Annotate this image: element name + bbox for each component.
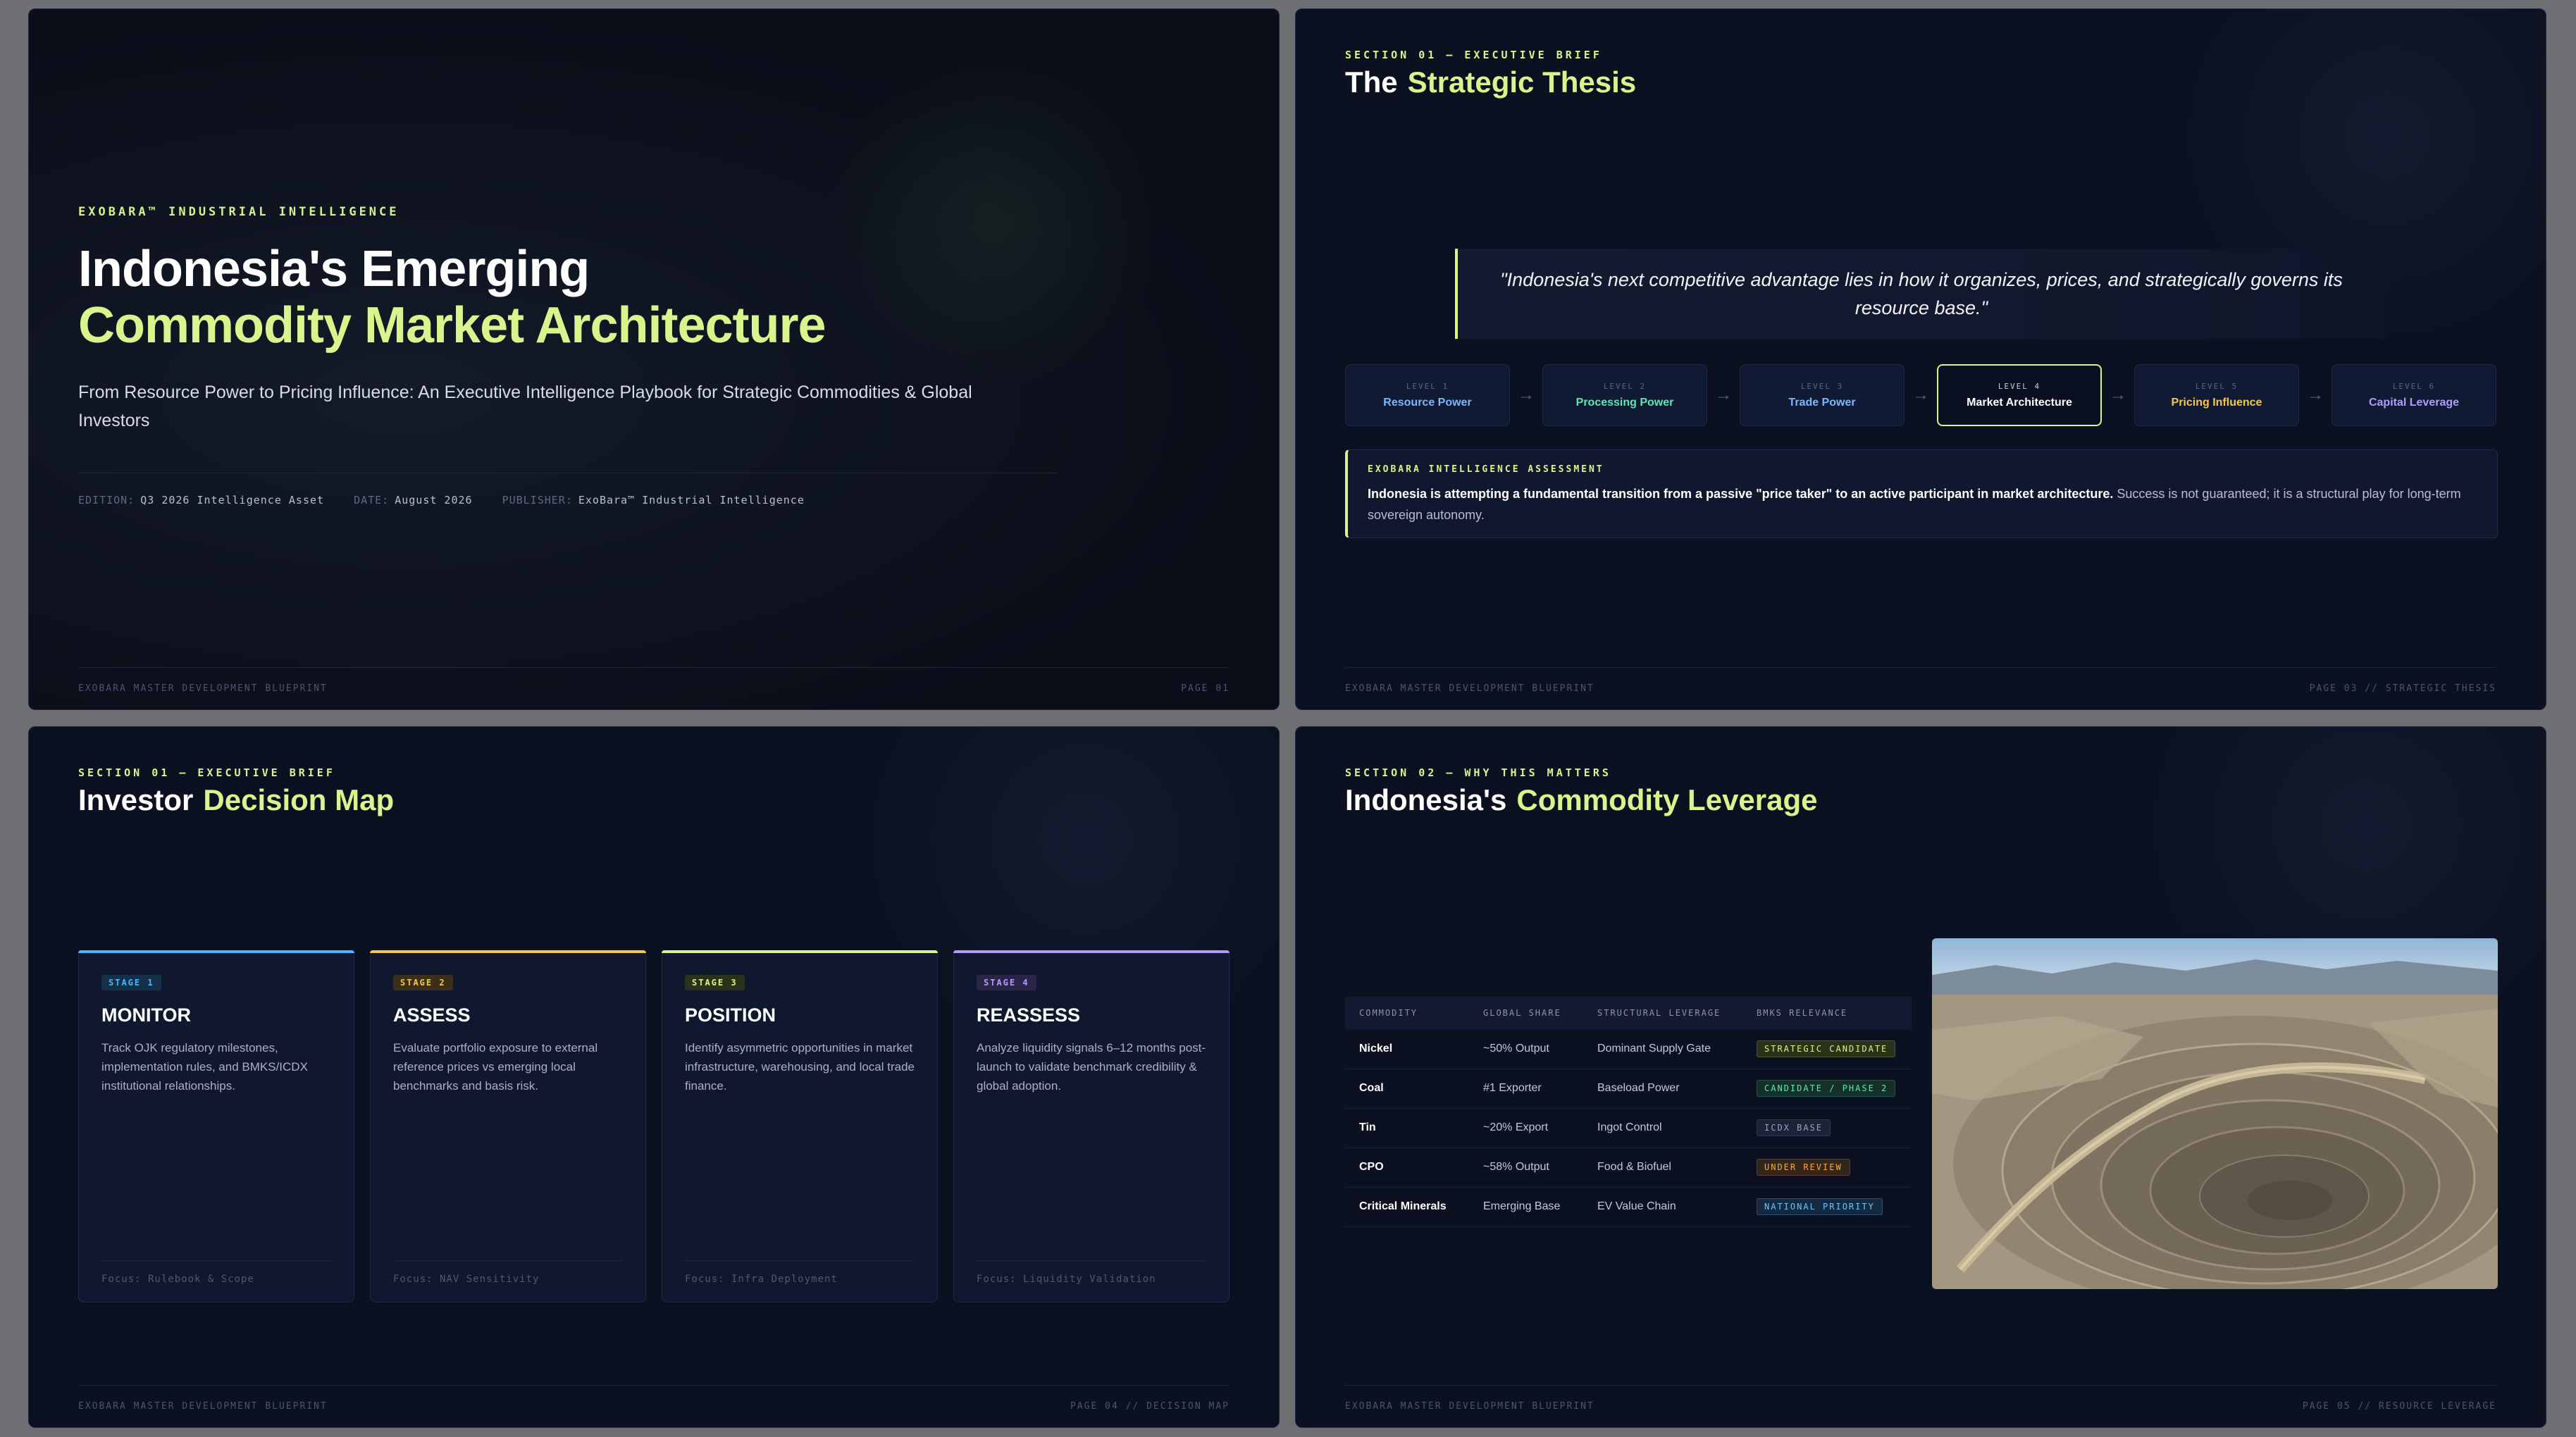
stage-card-reassess[interactable]: STAGE 4 REASSESS Analyze liquidity signa…	[953, 950, 1230, 1302]
slide-title: Indonesia's Commodity Leverage	[1345, 783, 1818, 816]
table-row[interactable]: Nickel ~50% Output Dominant Supply Gate …	[1345, 1029, 1912, 1069]
slide-commodity-leverage[interactable]: SECTION 02 — WHY THIS MATTERS Indonesia'…	[1295, 726, 2546, 1428]
footer-left: EXOBARA MASTER DEVELOPMENT BLUEPRINT	[78, 1401, 328, 1412]
assessment-body: Indonesia is attempting a fundamental tr…	[1368, 487, 2461, 522]
slide-decision-map[interactable]: SECTION 01 — EXECUTIVE BRIEF Investor Dec…	[28, 726, 1280, 1428]
footer-page: PAGE 05 // RESOURCE LEVERAGE	[2302, 1401, 2496, 1412]
stage-title: REASSESS	[977, 1004, 1081, 1026]
stage-title: ASSESS	[393, 1004, 471, 1026]
arrow-right-icon: →	[1715, 385, 1732, 404]
stage-description: Identify asymmetric opportunities in mar…	[685, 1041, 915, 1093]
cover-meta: EDITION: Q3 2026 Intelligence Asset DATE:…	[78, 494, 805, 506]
thesis-quote: "Indonesia's next competitive advantage …	[1455, 249, 2385, 339]
stage-title: MONITOR	[101, 1004, 191, 1026]
table-row[interactable]: Tin ~20% Export Ingot Control ICDX BASE	[1345, 1108, 1912, 1148]
footer-page: PAGE 01	[1181, 683, 1230, 694]
relevance-badge: NATIONAL PRIORITY	[1757, 1198, 1883, 1215]
meta-date: DATE: August 2026	[354, 494, 473, 506]
stage-focus: Focus: Liquidity Validation	[977, 1260, 1206, 1285]
stage-description: Track OJK regulatory milestones, impleme…	[101, 1041, 308, 1093]
stage-badge: STAGE 2	[393, 975, 453, 990]
relevance-badge: CANDIDATE / PHASE 2	[1757, 1080, 1896, 1097]
stage-description: Evaluate portfolio exposure to external …	[393, 1041, 598, 1093]
level-card-2[interactable]: LEVEL 2 Processing Power	[1542, 364, 1707, 426]
slide-cover[interactable]: EXOBARA™ INDUSTRIAL INTELLIGENCE Indones…	[28, 8, 1280, 710]
arrow-right-icon: →	[1912, 385, 1929, 404]
meta-publisher: PUBLISHER: ExoBara™ Industrial Intelligen…	[502, 494, 805, 506]
background-glow	[825, 51, 1163, 390]
stage-focus: Focus: NAV Sensitivity	[393, 1260, 623, 1285]
stage-card-assess[interactable]: STAGE 2 ASSESS Evaluate portfolio exposu…	[370, 950, 646, 1302]
open-pit-mine-photo	[1932, 938, 2498, 1289]
relevance-badge: ICDX BASE	[1757, 1119, 1831, 1136]
slide-footer: EXOBARA MASTER DEVELOPMENT BLUEPRINT PAG…	[78, 667, 1230, 697]
level-card-4[interactable]: LEVEL 4 Market Architecture	[1937, 364, 2102, 426]
cover-title-line2: Commodity Market Architecture	[78, 297, 826, 354]
stage-card-monitor[interactable]: STAGE 1 MONITOR Track OJK regulatory mil…	[78, 950, 354, 1302]
stage-title: POSITION	[685, 1004, 776, 1026]
arrow-right-icon: →	[1518, 385, 1535, 404]
stage-badge: STAGE 3	[685, 975, 745, 990]
cover-lead: From Resource Power to Pricing Influence…	[78, 382, 972, 430]
level-card-3[interactable]: LEVEL 3 Trade Power	[1740, 364, 1905, 426]
stage-focus: Focus: Rulebook & Scope	[101, 1260, 331, 1285]
level-flow: LEVEL 1 Resource Power → LEVEL 2 Process…	[1345, 364, 2498, 426]
stage-card-position[interactable]: STAGE 3 POSITION Identify asymmetric opp…	[662, 950, 938, 1302]
stage-badge: STAGE 1	[101, 975, 161, 990]
section-kicker: SECTION 02 — WHY THIS MATTERS	[1345, 766, 1611, 779]
meta-edition: EDITION: Q3 2026 Intelligence Asset	[78, 494, 325, 506]
footer-page: PAGE 04 // DECISION MAP	[1070, 1401, 1230, 1412]
table-row[interactable]: Coal #1 Exporter Baseload Power CANDIDAT…	[1345, 1069, 1912, 1109]
footer-left: EXOBARA MASTER DEVELOPMENT BLUEPRINT	[1345, 683, 1594, 694]
stage-badge: STAGE 4	[977, 975, 1036, 990]
slide-footer: EXOBARA MASTER DEVELOPMENT BLUEPRINT PAG…	[78, 1385, 1230, 1414]
relevance-badge: UNDER REVIEW	[1757, 1159, 1850, 1176]
section-kicker: SECTION 01 — EXECUTIVE BRIEF	[78, 766, 335, 779]
slide-footer: EXOBARA MASTER DEVELOPMENT BLUEPRINT PAG…	[1345, 667, 2496, 697]
mine-illustration	[1932, 938, 2498, 1289]
table-row[interactable]: CPO ~58% Output Food & Biofuel UNDER REV…	[1345, 1147, 1912, 1188]
assessment-heading: EXOBARA INTELLIGENCE ASSESSMENT	[1368, 464, 1604, 475]
stage-focus: Focus: Infra Deployment	[685, 1260, 915, 1285]
commodity-table: COMMODITY GLOBAL SHARE STRUCTURAL LEVERA…	[1345, 997, 1912, 1227]
cover-title-line1: Indonesia's Emerging	[78, 241, 590, 297]
slide-title: Investor Decision Map	[78, 783, 395, 816]
table-header: COMMODITY GLOBAL SHARE STRUCTURAL LEVERA…	[1345, 997, 1912, 1029]
level-card-5[interactable]: LEVEL 5 Pricing Influence	[2134, 364, 2299, 426]
slide-footer: EXOBARA MASTER DEVELOPMENT BLUEPRINT PAG…	[1345, 1385, 2496, 1414]
footer-page: PAGE 03 // STRATEGIC THESIS	[2309, 683, 2496, 694]
level-card-6[interactable]: LEVEL 6 Capital Leverage	[2332, 364, 2496, 426]
cover-kicker: EXOBARA™ INDUSTRIAL INTELLIGENCE	[78, 205, 400, 219]
relevance-badge: STRATEGIC CANDIDATE	[1757, 1040, 1896, 1057]
table-row[interactable]: Critical Minerals Emerging Base EV Value…	[1345, 1187, 1912, 1227]
level-card-1[interactable]: LEVEL 1 Resource Power	[1345, 364, 1510, 426]
footer-left: EXOBARA MASTER DEVELOPMENT BLUEPRINT	[1345, 1401, 1594, 1412]
assessment-box: EXOBARA INTELLIGENCE ASSESSMENT Indonesi…	[1345, 449, 2498, 538]
footer-left: EXOBARA MASTER DEVELOPMENT BLUEPRINT	[78, 683, 328, 694]
slide-title: The Strategic Thesis	[1345, 66, 1637, 99]
stage-description: Analyze liquidity signals 6–12 months po…	[977, 1041, 1206, 1093]
arrow-right-icon: →	[2110, 385, 2126, 404]
section-kicker: SECTION 01 — EXECUTIVE BRIEF	[1345, 49, 1602, 61]
slide-strategic-thesis[interactable]: SECTION 01 — EXECUTIVE BRIEF The Strategi…	[1295, 8, 2546, 710]
arrow-right-icon: →	[2307, 385, 2324, 404]
